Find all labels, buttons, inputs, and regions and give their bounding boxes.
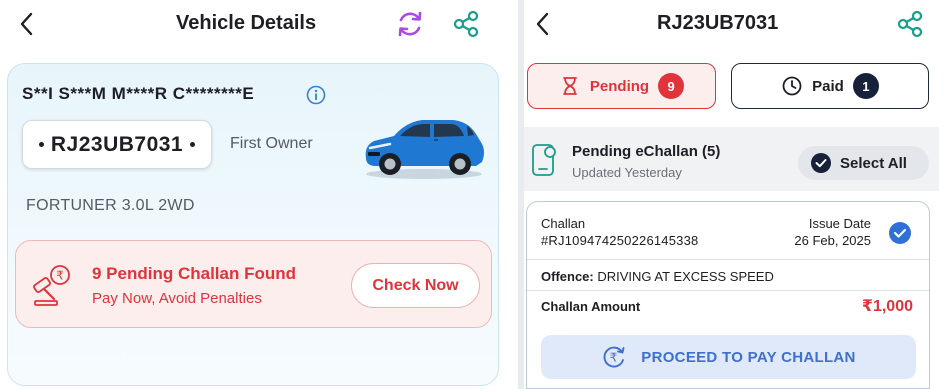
updated-status: Updated Yesterday <box>572 165 682 180</box>
challan-list-screen: RJ23UB7031 Pending 9 Paid 1 Pending eCha… <box>524 0 947 389</box>
svg-text:₹: ₹ <box>610 351 618 365</box>
owner-name: S**I S***M M****R C********E <box>22 84 255 103</box>
pending-challan-alert: ₹ 9 Pending Challan Found Pay Now, Avoid… <box>15 240 492 328</box>
hourglass-icon <box>563 77 577 95</box>
page-title: RJ23UB7031 <box>657 12 779 34</box>
info-icon[interactable] <box>306 85 326 105</box>
offence-label: Offence: <box>541 269 594 284</box>
clock-icon <box>782 76 802 96</box>
vehicle-details-header: Vehicle Details <box>0 0 518 52</box>
rupee-pay-icon: ₹ <box>603 346 625 368</box>
tab-paid-label: Paid <box>812 77 844 95</box>
back-button[interactable] <box>528 9 558 39</box>
plate-dot <box>190 142 196 147</box>
card-divider <box>527 259 929 260</box>
tab-paid[interactable]: Paid 1 <box>731 63 929 109</box>
check-now-button[interactable]: Check Now <box>351 263 480 308</box>
paid-count-badge: 1 <box>852 73 879 99</box>
plate-number: RJ23UB7031 <box>50 132 184 156</box>
page-title: Vehicle Details <box>176 12 317 34</box>
pending-summary: Pending eChallan (5) Updated Yesterday S… <box>524 127 939 191</box>
challan-amount-value: ₹1,000 <box>861 298 913 315</box>
proceed-to-pay-button[interactable]: ₹ PROCEED TO PAY CHALLAN <box>541 335 916 379</box>
vehicle-details-screen: Vehicle Details S**I S***M M****R C*****… <box>0 0 518 389</box>
svg-text:₹: ₹ <box>56 269 64 283</box>
issue-date-label: Issue Date <box>808 216 871 231</box>
pending-echallan-title: Pending eChallan (5) <box>572 143 721 160</box>
document-icon <box>532 144 556 176</box>
plate-dot <box>38 142 44 147</box>
offence-value: DRIVING AT EXCESS SPEED <box>593 269 774 284</box>
alert-subtitle: Pay Now, Avoid Penalties <box>92 290 262 307</box>
refresh-icon[interactable] <box>394 8 426 40</box>
select-all-button[interactable]: Select All <box>798 146 929 180</box>
challan-number: #RJ109474250226145338 <box>541 233 699 248</box>
challan-select-checkbox[interactable] <box>888 221 912 245</box>
alert-title: 9 Pending Challan Found <box>92 264 296 283</box>
challan-label: Challan <box>541 216 586 231</box>
challan-amount-label: Challan Amount <box>541 299 641 314</box>
select-all-label: Select All <box>840 154 907 172</box>
vehicle-model: FORTUNER 3.0L 2WD <box>26 197 195 214</box>
owner-type: First Owner <box>230 135 313 152</box>
checkmark-icon <box>811 153 831 173</box>
tab-pending[interactable]: Pending 9 <box>527 63 716 109</box>
gavel-icon: ₹ <box>33 265 70 306</box>
card-divider <box>527 290 929 291</box>
challan-card[interactable]: Challan #RJ109474250226145338 Issue Date… <box>526 201 930 389</box>
share-icon[interactable] <box>451 9 481 39</box>
number-plate: RJ23UB7031 <box>22 120 212 169</box>
proceed-to-pay-label: PROCEED TO PAY CHALLAN <box>641 348 856 366</box>
share-icon[interactable] <box>895 9 925 39</box>
vehicle-card: S**I S***M M****R C********E RJ23UB7031 … <box>7 63 499 386</box>
back-arrow-icon <box>20 12 33 36</box>
tab-pending-label: Pending <box>589 77 650 95</box>
back-button[interactable] <box>12 9 42 39</box>
issue-date-value: 26 Feb, 2025 <box>794 233 871 248</box>
car-image <box>365 120 484 179</box>
back-arrow-icon <box>536 12 549 36</box>
pending-count-badge: 9 <box>658 73 685 99</box>
offence-row: Offence: DRIVING AT EXCESS SPEED <box>541 269 774 284</box>
challan-header: RJ23UB7031 <box>524 0 947 52</box>
